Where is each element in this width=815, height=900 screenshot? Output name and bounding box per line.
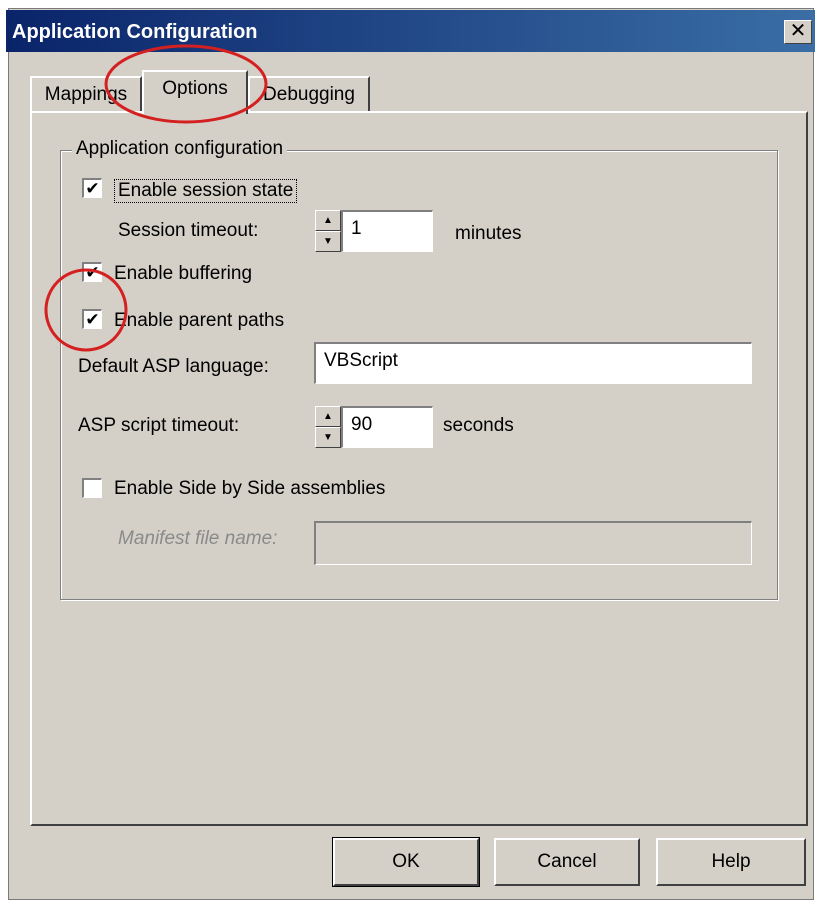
asp-script-timeout-label: ASP script timeout: <box>78 415 240 436</box>
tab-label: Options <box>162 78 228 99</box>
enable-parent-paths-checkbox[interactable]: ✔ <box>82 309 102 329</box>
enable-side-by-side-checkbox[interactable] <box>82 478 102 498</box>
session-timeout-unit: minutes <box>455 223 522 244</box>
check-mark-icon: ✔ <box>85 179 100 198</box>
asp-script-timeout-unit: seconds <box>443 415 514 436</box>
manifest-file-name-label: Manifest file name: <box>118 528 278 549</box>
tab-label: Debugging <box>263 84 355 105</box>
enable-side-by-side-label[interactable]: Enable Side by Side assemblies <box>114 478 385 500</box>
enable-session-state-checkbox[interactable]: ✔ <box>82 178 102 198</box>
session-timeout-spinner[interactable]: ▲ ▼ <box>315 210 341 252</box>
default-asp-language-input[interactable]: VBScript <box>314 342 752 384</box>
tab-options[interactable]: Options <box>142 70 248 114</box>
tab-debugging[interactable]: Debugging <box>248 76 370 112</box>
close-icon[interactable]: ✕ <box>784 20 812 44</box>
enable-parent-paths-label[interactable]: Enable parent paths <box>114 310 284 332</box>
spin-down-icon[interactable]: ▼ <box>315 427 341 448</box>
spin-up-icon[interactable]: ▲ <box>315 406 341 427</box>
spin-down-icon[interactable]: ▼ <box>315 231 341 252</box>
check-mark-icon: ✔ <box>85 263 100 282</box>
tab-label: Mappings <box>44 84 128 105</box>
window-title: Application Configuration <box>12 21 258 43</box>
spin-up-icon[interactable]: ▲ <box>315 210 341 231</box>
ok-button[interactable]: OK <box>332 837 480 887</box>
help-button[interactable]: Help <box>656 838 806 886</box>
tab-mappings[interactable]: Mappings <box>30 76 142 112</box>
manifest-file-name-input <box>314 521 752 565</box>
asp-script-timeout-spinner[interactable]: ▲ ▼ <box>315 406 341 448</box>
cancel-button[interactable]: Cancel <box>494 838 640 886</box>
default-asp-language-label: Default ASP language: <box>78 356 269 377</box>
enable-session-state-label[interactable]: Enable session state <box>114 179 298 203</box>
session-timeout-input[interactable]: 1 <box>341 210 433 252</box>
enable-buffering-label[interactable]: Enable buffering <box>114 263 252 285</box>
check-mark-icon: ✔ <box>85 310 100 329</box>
enable-buffering-checkbox[interactable]: ✔ <box>82 262 102 282</box>
session-timeout-label: Session timeout: <box>118 220 259 241</box>
group-label: Application configuration <box>72 138 288 160</box>
asp-script-timeout-input[interactable]: 90 <box>341 406 433 448</box>
